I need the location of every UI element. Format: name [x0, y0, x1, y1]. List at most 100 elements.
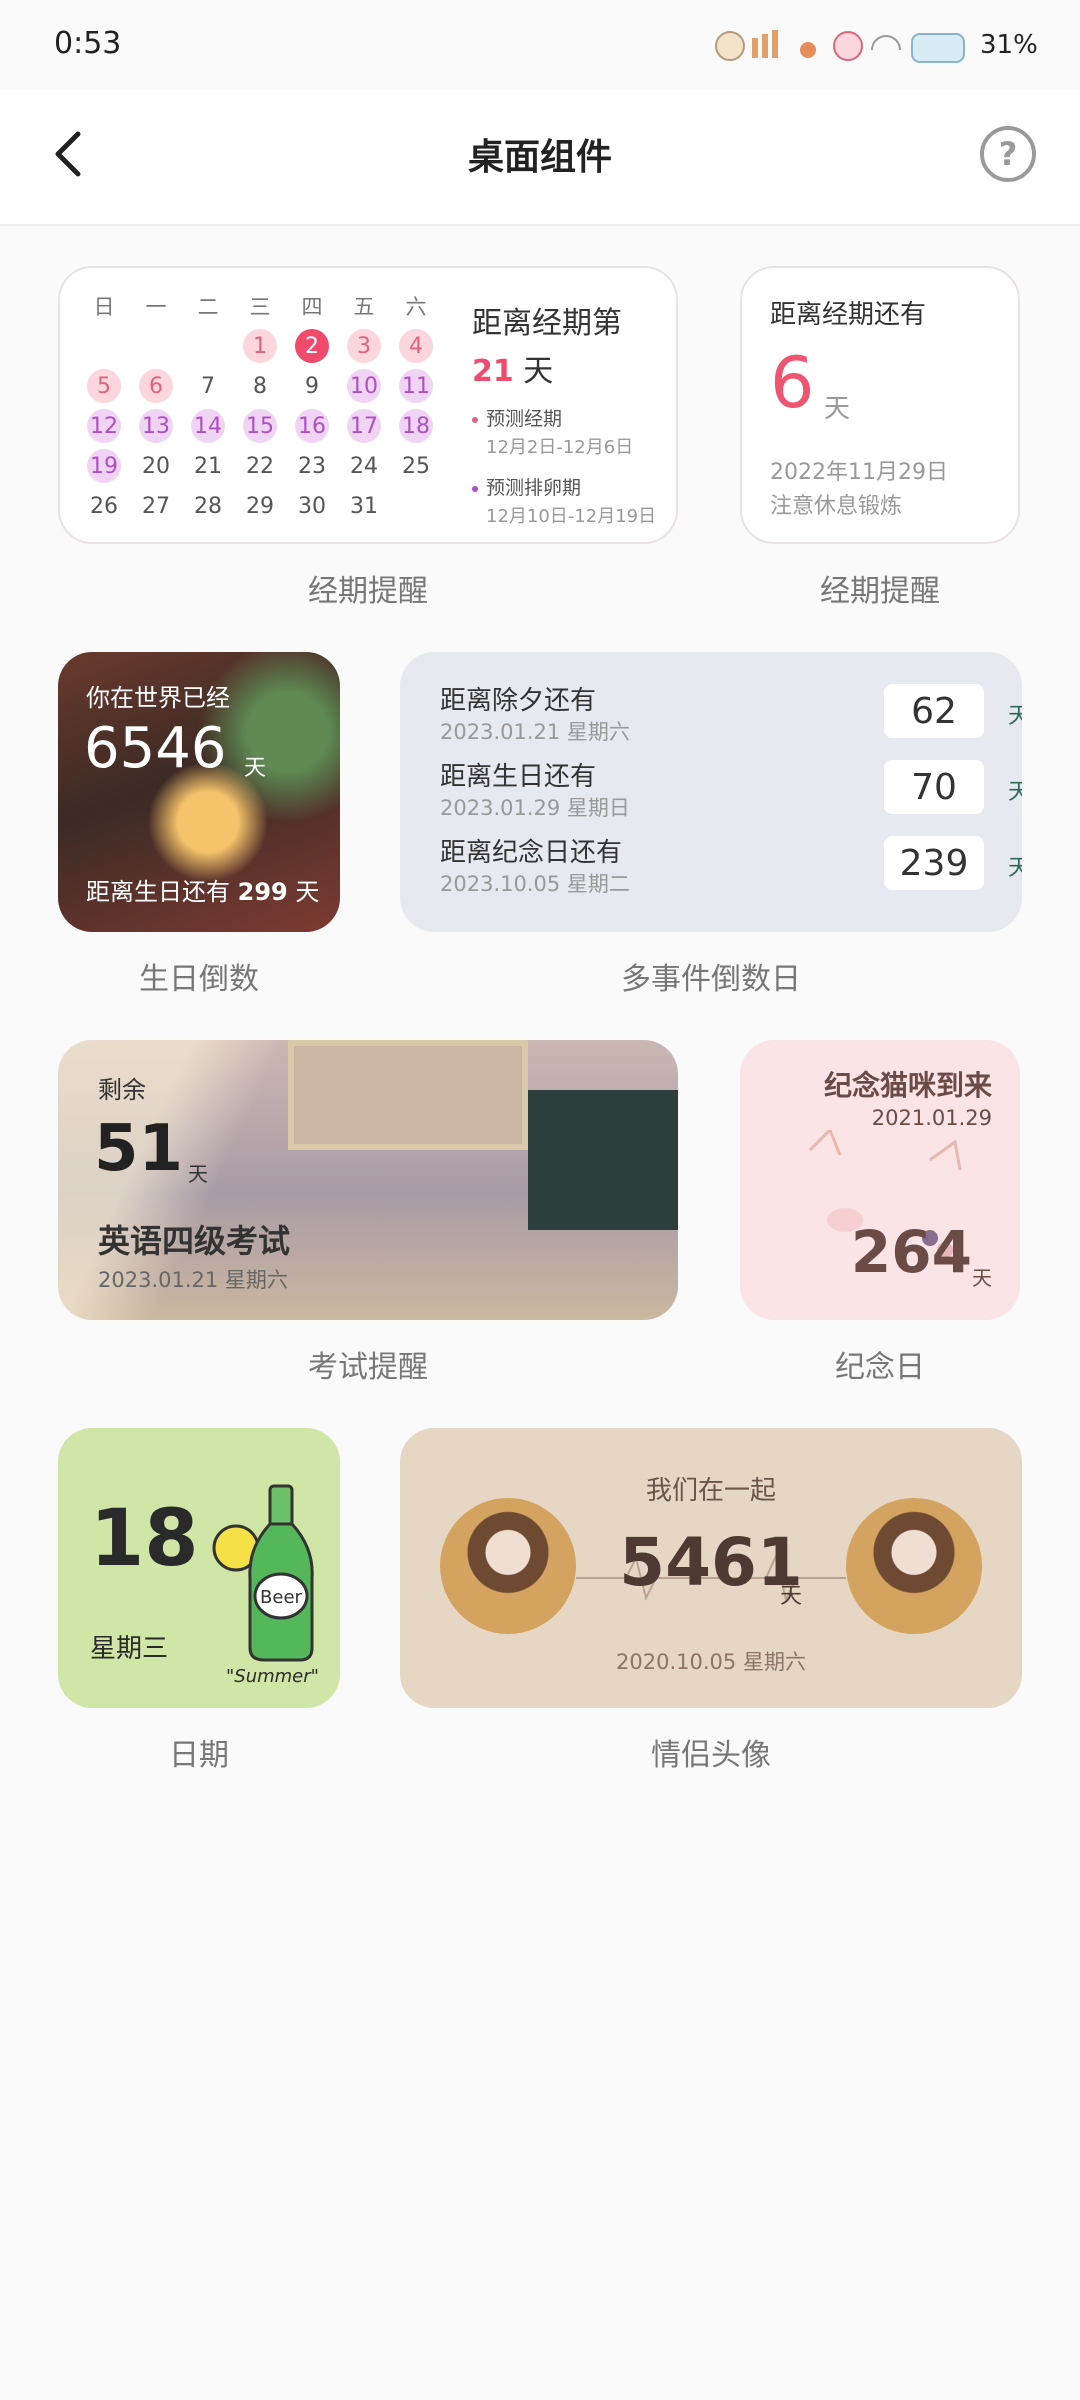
event-row: 距离生日还有 2023.01.29 星期日 70 天 — [440, 756, 1022, 826]
calendar-week: 19 20 21 22 23 24 25 — [78, 446, 498, 486]
event-date: 2023.10.05 星期二 — [440, 872, 630, 896]
birthday-countdown-widget[interactable]: 你在世界已经 6546 天 距离生日还有 299 天 — [58, 652, 340, 932]
event-days: 62 — [884, 684, 984, 738]
calendar-day: 8 — [253, 373, 267, 399]
calendar-day: 10 — [338, 366, 390, 406]
weekday-label: 四 — [301, 295, 323, 319]
calendar-day-today: 2 — [286, 326, 338, 366]
event-row: 距离除夕还有 2023.01.21 星期六 62 天 — [440, 680, 1022, 750]
widget-caption: 经期提醒 — [308, 574, 428, 609]
event-name: 距离生日还有 — [440, 762, 597, 792]
period-day-unit: 天 — [523, 354, 554, 389]
status-icons — [715, 30, 965, 63]
couple-date: 2020.10.05 星期六 — [616, 1650, 806, 1674]
calendar-day: 7 — [201, 373, 215, 399]
calendar-empty — [390, 486, 442, 526]
calendar-day: 25 — [402, 453, 430, 479]
widget-caption: 纪念日 — [835, 1350, 925, 1385]
event-days-unit: 天 — [1008, 704, 1022, 729]
svg-text:Beer: Beer — [260, 1587, 302, 1608]
calendar-week: 1 2 3 4 — [78, 326, 498, 366]
period-calendar-widget[interactable]: 日 一 二 三 四 五 六 1 2 3 4 5 6 7 8 9 10 11 12 — [58, 266, 678, 544]
predict-period-label: 预测经期 — [472, 404, 672, 431]
period-countdown-title: 距离经期还有 — [770, 300, 927, 330]
event-days-unit: 天 — [1008, 780, 1022, 805]
calendar-day: 17 — [338, 406, 390, 446]
calendar-day: 21 — [194, 453, 222, 479]
date-sticker-text: "Summer" — [226, 1666, 319, 1687]
exam-label: 剩余 — [98, 1076, 146, 1104]
date-weekday: 星期三 — [90, 1634, 169, 1664]
widget-caption: 日期 — [169, 1738, 229, 1773]
calendar-day: 23 — [298, 453, 326, 479]
status-bar: 0:53 31% — [0, 0, 1080, 90]
calendar-day: 18 — [390, 406, 442, 446]
calendar-day: 13 — [130, 406, 182, 446]
anniversary-title: 纪念猫咪到来 — [823, 1069, 992, 1102]
calendar-empty — [130, 326, 182, 366]
widget-caption: 考试提醒 — [308, 1350, 428, 1385]
calendar-day: 19 — [78, 446, 130, 486]
period-countdown-widget[interactable]: 距离经期还有 6 天 2022年11月29日 注意休息锻炼 — [740, 266, 1020, 544]
anniversary-days-unit: 天 — [972, 1266, 992, 1290]
weekday-label: 五 — [353, 295, 375, 319]
predict-ovulation-dates: 12月10日-12月19日 — [486, 506, 657, 527]
beer-bottle-icon: Beer — [212, 1484, 314, 1662]
period-info: 距离经期第 21 天 预测经期 12月2日-12月6日 预测排卵期 12月10日… — [472, 298, 672, 528]
event-name: 距离纪念日还有 — [440, 838, 623, 868]
birthday-days-number: 6546 — [84, 716, 227, 781]
calendar-empty — [182, 326, 234, 366]
calendar-day: 24 — [350, 453, 378, 479]
date-widget[interactable]: 18 星期三 Beer "Summer" — [58, 1428, 340, 1708]
calendar-grid: 日 一 二 三 四 五 六 1 2 3 4 5 6 7 8 9 10 11 12 — [78, 286, 498, 526]
event-date: 2023.01.21 星期六 — [440, 720, 630, 744]
page-title: 桌面组件 — [467, 137, 612, 178]
weekday-label: 六 — [405, 295, 427, 319]
predict-period-dates: 12月2日-12月6日 — [486, 437, 634, 458]
couple-days-number: 5461 — [619, 1524, 803, 1601]
anniversary-widget[interactable]: 纪念猫咪到来 2021.01.29 264 天 — [740, 1040, 1020, 1320]
birthday-remaining: 距离生日还有 299 天 — [86, 878, 320, 906]
anniversary-date: 2021.01.29 — [871, 1106, 992, 1130]
top-app-bar: 桌面组件 ? — [0, 90, 1080, 226]
widget-caption: 多事件倒数日 — [621, 962, 801, 997]
calendar-day: 14 — [182, 406, 234, 446]
calendar-day: 9 — [305, 373, 319, 399]
multi-event-countdown-widget[interactable]: 距离除夕还有 2023.01.21 星期六 62 天 距离生日还有 2023.0… — [400, 652, 1022, 932]
period-countdown-tip: 注意休息锻炼 — [770, 494, 903, 519]
calendar-week: 12 13 14 15 16 17 18 — [78, 406, 498, 446]
pink-dot-icon — [472, 416, 478, 423]
period-day-number: 21 — [472, 354, 514, 389]
weekday-label: 日 — [93, 295, 115, 319]
calendar-day: 27 — [142, 493, 170, 519]
calendar-day: 1 — [234, 326, 286, 366]
calendar-day: 4 — [390, 326, 442, 366]
calendar-day: 29 — [246, 493, 274, 519]
calendar-day: 22 — [246, 453, 274, 479]
event-date: 2023.01.29 星期日 — [440, 796, 630, 820]
calendar-day: 31 — [350, 493, 378, 519]
weekday-label: 三 — [249, 295, 271, 319]
couple-avatar-widget[interactable]: 我们在一起 5461 天 2020.10.05 星期六 — [400, 1428, 1022, 1708]
exam-reminder-widget[interactable]: 剩余 51 天 英语四级考试 2023.01.21 星期六 — [58, 1040, 678, 1320]
calendar-day: 16 — [286, 406, 338, 446]
event-days-unit: 天 — [1008, 856, 1022, 881]
help-icon[interactable]: ? — [980, 126, 1036, 182]
notice-board-illustration — [288, 1040, 528, 1150]
period-countdown-date: 2022年11月29日 — [770, 460, 948, 485]
calendar-day: 30 — [298, 493, 326, 519]
calendar-day: 3 — [338, 326, 390, 366]
period-countdown-number: 6 — [770, 342, 815, 424]
calendar-day: 15 — [234, 406, 286, 446]
calendar-day: 11 — [390, 366, 442, 406]
calendar-day: 5 — [78, 366, 130, 406]
period-info-day: 21 天 — [472, 346, 672, 390]
event-days: 239 — [884, 836, 984, 890]
widget-caption: 情侣头像 — [651, 1738, 771, 1773]
widget-caption: 经期提醒 — [820, 574, 940, 609]
calendar-day: 6 — [130, 366, 182, 406]
calendar-empty — [78, 326, 130, 366]
weekday-label: 二 — [197, 295, 219, 319]
couple-title: 我们在一起 — [645, 1476, 776, 1506]
exam-days-number: 51 — [94, 1112, 184, 1186]
